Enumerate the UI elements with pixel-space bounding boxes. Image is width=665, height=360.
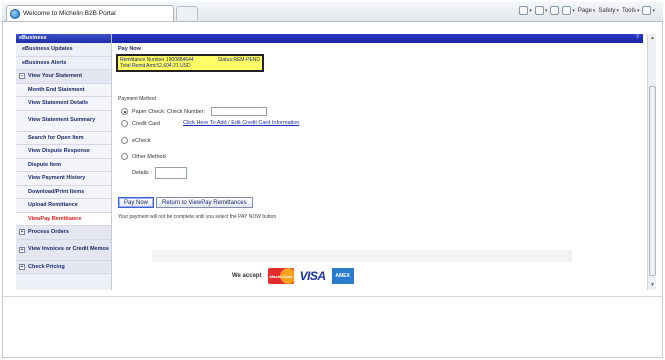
sidebar-header: eBusiness: [16, 34, 111, 43]
sidebar-item-view-payment-history[interactable]: View Payment History: [16, 172, 111, 186]
remittance-summary: Remittance Number 1900884644 Status:REM-…: [116, 54, 264, 72]
mastercard-logo: MasterCard: [267, 268, 294, 284]
return-button[interactable]: Return to ViewPay Remittances: [156, 197, 253, 208]
divider-band: [152, 250, 572, 262]
other-method-radio[interactable]: [121, 153, 128, 160]
tools-menu-label: Tools: [621, 7, 636, 14]
echeck-radio[interactable]: [121, 137, 128, 144]
mail-icon: [550, 6, 560, 15]
chevron-down-icon: ▾: [652, 7, 655, 14]
sidebar-item-upload-remittance[interactable]: Upload Remittance: [16, 199, 111, 213]
divider: [2, 296, 663, 297]
expand-icon[interactable]: +: [19, 229, 25, 236]
mastercard-text: MasterCard: [269, 273, 292, 279]
option-echeck[interactable]: eCheck: [121, 137, 151, 144]
expand-icon[interactable]: +: [19, 246, 25, 253]
rss-icon: [534, 6, 544, 15]
sidebar-item-check-pricing[interactable]: + Check Pricing: [16, 260, 111, 274]
pay-now-button[interactable]: Pay Now: [118, 197, 155, 208]
sidebar-nav: eBusiness eBusiness Updates eBusiness Al…: [16, 34, 112, 290]
sidebar-item-dispute-item[interactable]: Dispute Item: [16, 158, 111, 172]
action-buttons: Pay Now Return to ViewPay Remittances: [118, 197, 253, 208]
sidebar-item-label: Process Orders: [28, 229, 69, 236]
sidebar-item-month-end-statement[interactable]: Month End Statement: [16, 83, 111, 97]
mail-button[interactable]: [550, 6, 560, 15]
help-menu[interactable]: ▾: [642, 6, 655, 15]
sidebar-item-process-orders[interactable]: + Process Orders: [16, 226, 111, 240]
browser-tab[interactable]: Welcome to Michelin B2B Portal: [6, 5, 174, 21]
we-accept-label: We accept: [232, 273, 262, 279]
details-field: Details :: [132, 167, 187, 179]
paper-check-label: Paper Check: Check Number:: [132, 108, 206, 115]
home-button[interactable]: ▾: [519, 6, 532, 15]
chevron-down-icon: ▾: [544, 7, 548, 14]
sidebar-item-ebusiness-updates[interactable]: eBusiness Updates: [16, 43, 111, 57]
tools-menu[interactable]: Tools ▾: [622, 8, 640, 14]
collapse-icon[interactable]: −: [19, 73, 25, 80]
paper-check-radio[interactable]: [121, 108, 128, 115]
browser-tab-bar: Welcome to Michelin B2B Portal ▾ ▾ ▾ Pag…: [2, 2, 663, 22]
payment-method-label: Payment Method: [118, 96, 156, 102]
chevron-down-icon: ▾: [572, 7, 575, 14]
scroll-down-icon[interactable]: ▼: [648, 281, 657, 290]
help-icon: [642, 6, 652, 15]
sidebar-item-view-statement-details[interactable]: View Statement Details: [16, 97, 111, 111]
sidebar-item-label: Check Pricing: [28, 263, 65, 270]
scroll-thumb[interactable]: [649, 86, 656, 276]
sidebar-item-ebusiness-alerts[interactable]: eBusiness Alerts: [16, 57, 111, 70]
help-icon[interactable]: ?: [636, 35, 639, 41]
vertical-scrollbar[interactable]: ▲ ▼: [647, 34, 656, 290]
sidebar-item-view-statement-summary[interactable]: View Statement Summary: [16, 110, 111, 132]
safety-menu[interactable]: Safety ▾: [598, 8, 619, 14]
feeds-button[interactable]: ▾: [534, 6, 548, 15]
accepted-cards: We accept MasterCard VISA AMEX: [232, 268, 354, 284]
sidebar-item-view-your-statement[interactable]: − View Your Statement: [16, 70, 111, 84]
details-input[interactable]: [154, 167, 187, 179]
scroll-up-icon[interactable]: ▲: [648, 34, 657, 43]
chevron-down-icon: ▾: [636, 7, 640, 14]
command-bar: ▾ ▾ ▾ Page ▾ Safety ▾ Tools ▾ ▾: [519, 6, 655, 15]
option-credit-card[interactable]: Credit Card: [121, 120, 160, 127]
page-menu-label: Page: [577, 7, 592, 14]
chevron-down-icon: ▾: [529, 7, 532, 14]
sidebar-item-viewpay-remittance[interactable]: ViewPay Remittance: [16, 212, 111, 226]
ie-icon: [10, 8, 20, 19]
main-content: ? Pay Now Remittance Number 1900884644 S…: [112, 34, 643, 290]
chevron-down-icon: ▾: [592, 7, 596, 14]
option-paper-check[interactable]: Paper Check: Check Number:: [121, 107, 268, 116]
sidebar-item-view-invoices[interactable]: + View Invoices or Credit Memos: [16, 239, 111, 261]
credit-card-label: Credit Card: [132, 120, 161, 127]
check-number-input[interactable]: [211, 107, 268, 116]
remittance-total: Total Remit Amt:52,604.21 USD: [120, 63, 191, 69]
sidebar-item-label: View Invoices or Credit Memos: [28, 246, 109, 253]
visa-logo: VISA: [299, 269, 327, 283]
content-header-bar: ?: [112, 34, 643, 43]
page-menu[interactable]: Page ▾: [578, 8, 596, 14]
payment-note: Your payment will not be complete until …: [118, 214, 277, 220]
tab-title: Welcome to Michelin B2B Portal: [23, 10, 116, 17]
print-button[interactable]: ▾: [562, 6, 575, 15]
echeck-label: eCheck: [132, 137, 151, 144]
page-title: Pay Now: [118, 46, 141, 52]
sidebar-item-search-open-item[interactable]: Search for Open Item: [16, 131, 111, 145]
option-other-method[interactable]: Other Method: [121, 153, 166, 160]
sidebar-item-label: View Your Statement: [28, 73, 83, 80]
chevron-down-icon: ▾: [616, 7, 619, 14]
expand-icon[interactable]: +: [19, 263, 25, 270]
credit-card-radio[interactable]: [121, 120, 128, 127]
safety-menu-label: Safety: [598, 7, 616, 14]
print-icon: [562, 6, 572, 15]
remittance-status: Status:REM-PEND: [217, 57, 260, 63]
home-icon: [519, 6, 529, 15]
credit-card-info-link[interactable]: Click Here To Add / Edit Credit Card Inf…: [183, 120, 299, 126]
details-label: Details :: [132, 170, 152, 176]
amex-logo: AMEX: [331, 268, 354, 284]
sidebar-item-download-print-items[interactable]: Download/Print Items: [16, 185, 111, 199]
sidebar-item-view-dispute-response[interactable]: View Dispute Response: [16, 145, 111, 159]
other-method-label: Other Method: [132, 153, 166, 160]
new-tab-button[interactable]: [176, 6, 198, 20]
